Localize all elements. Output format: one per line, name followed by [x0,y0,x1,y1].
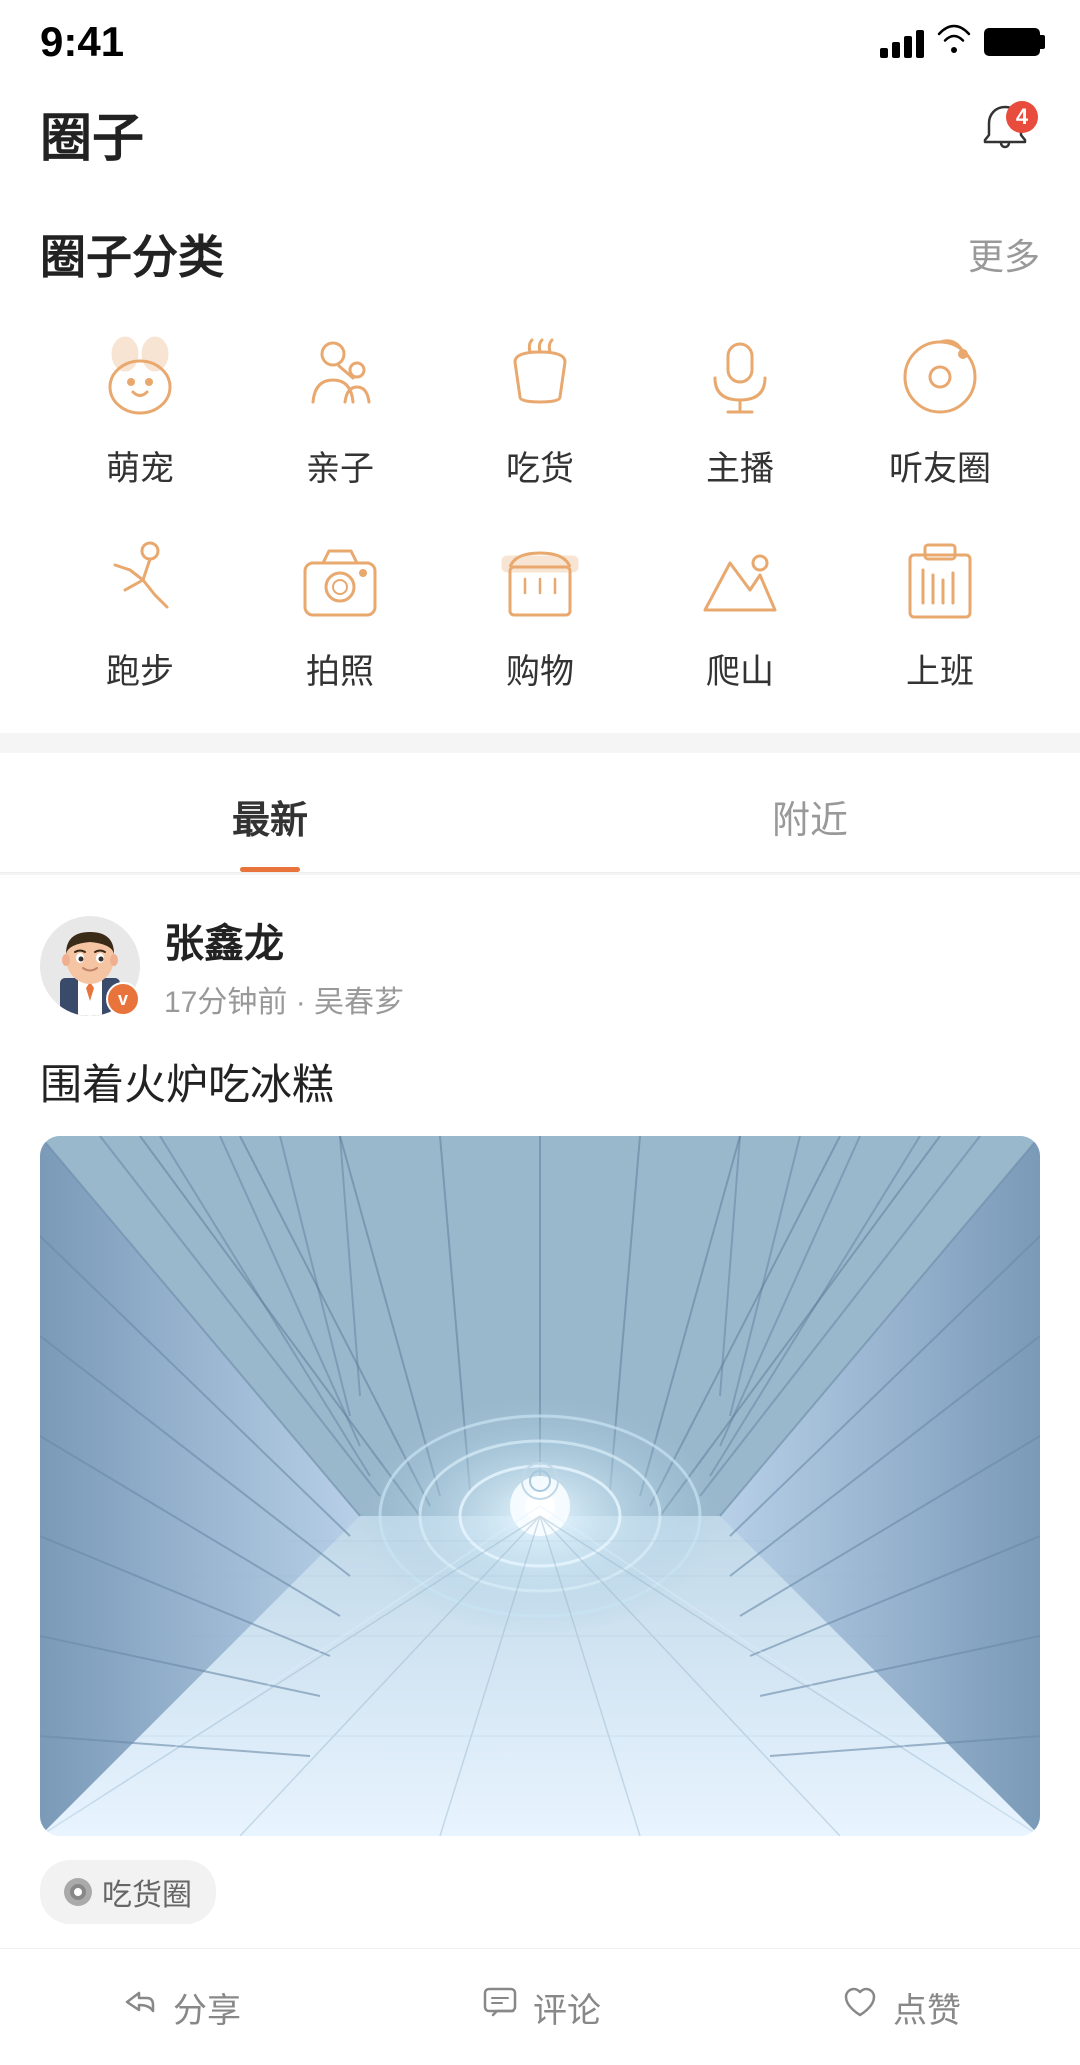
category-item-listen-circle[interactable]: 听友圈 [840,327,1040,490]
tabs-section: 最新 附近 [0,753,1080,873]
avatar-badge-label: v [118,989,128,1010]
category-item-photo[interactable]: 拍照 [240,530,440,693]
category-label-pets: 萌宠 [106,441,174,490]
share-button[interactable]: 分享 [0,1949,360,2065]
work-icon [890,530,990,630]
tabs-row: 最新 附近 [0,753,1080,873]
category-label-streamer: 主播 [706,441,774,490]
category-item-parent-child[interactable]: 亲子 [240,327,440,490]
post-section: v 张鑫龙 17分钟前 · 吴春芗 围着火炉吃冰糕 [0,875,1080,2065]
share-icon [119,1981,161,2033]
like-label: 点赞 [893,1983,961,2032]
post-time-location: 17分钟前 · 吴春芗 [164,977,1040,1021]
category-label-work: 上班 [906,644,974,693]
status-icons [880,23,1040,61]
section-title: 圈子分类 [40,221,224,287]
battery-icon [984,28,1040,56]
category-label-foodie: 吃货 [506,441,574,490]
status-bar: 9:41 [0,0,1080,76]
avatar-badge: v [106,982,140,1016]
listen-circle-icon [890,327,990,427]
running-icon [90,530,190,630]
category-label-hiking: 爬山 [706,644,774,693]
post-meta: 张鑫龙 17分钟前 · 吴春芗 [164,911,1040,1021]
category-item-streamer[interactable]: 主播 [640,327,840,490]
category-label-shopping: 购物 [506,644,574,693]
post-separator: · [296,986,314,1019]
comment-icon [479,1981,521,2033]
signal-icon [880,26,924,58]
comment-button[interactable]: 评论 [360,1949,720,2065]
post-username: 张鑫龙 [164,911,1040,969]
category-item-hiking[interactable]: 爬山 [640,530,840,693]
avatar-wrapper[interactable]: v [40,916,140,1016]
post-content: 围着火炉吃冰糕 [0,1041,1080,1136]
category-item-work[interactable]: 上班 [840,530,1040,693]
category-label-parent-child: 亲子 [306,441,374,490]
category-label-listen-circle: 听友圈 [889,441,991,490]
notification-badge: 4 [1006,101,1038,133]
post-image-svg [40,1136,1040,1836]
status-time: 9:41 [40,18,124,66]
shopping-icon [490,530,590,630]
more-link[interactable]: 更多 [968,228,1040,280]
category-grid: 萌宠 亲子 [40,327,1040,693]
category-item-foodie[interactable]: 吃货 [440,327,640,490]
category-section: 圈子分类 更多 萌宠 [0,191,1080,733]
photo-icon [290,530,390,630]
post-time: 17分钟前 [164,986,287,1019]
like-button[interactable]: 点赞 [720,1949,1080,2065]
category-item-pets[interactable]: 萌宠 [40,327,240,490]
notification-button[interactable]: 4 [970,99,1040,169]
post-header: v 张鑫龙 17分钟前 · 吴春芗 [0,875,1080,1041]
header: 圈子 4 [0,76,1080,191]
section-header: 圈子分类 更多 [40,221,1040,287]
post-tag-item[interactable]: 吃货圈 [40,1860,216,1924]
comment-label: 评论 [533,1983,601,2032]
streamer-icon [690,327,790,427]
post-image[interactable] [40,1136,1040,1836]
post-actions: 分享 评论 点赞 [0,1948,1080,2065]
category-item-shopping[interactable]: 购物 [440,530,640,693]
tag-circle-icon [64,1878,92,1906]
foodie-icon [490,327,590,427]
wifi-icon [936,23,972,61]
page-title: 圈子 [40,96,144,171]
parent-child-icon [290,327,390,427]
category-item-running[interactable]: 跑步 [40,530,240,693]
tab-latest[interactable]: 最新 [0,753,540,872]
category-label-running: 跑步 [106,644,174,693]
post-location: 吴春芗 [314,986,404,1019]
hiking-icon [690,530,790,630]
tab-nearby[interactable]: 附近 [540,753,1080,872]
pets-icon [90,327,190,427]
category-label-photo: 拍照 [306,644,374,693]
like-icon [839,1981,881,2033]
share-label: 分享 [173,1983,241,2032]
tag-text: 吃货圈 [102,1870,192,1914]
post-tag-section: 吃货圈 [0,1836,1080,1948]
